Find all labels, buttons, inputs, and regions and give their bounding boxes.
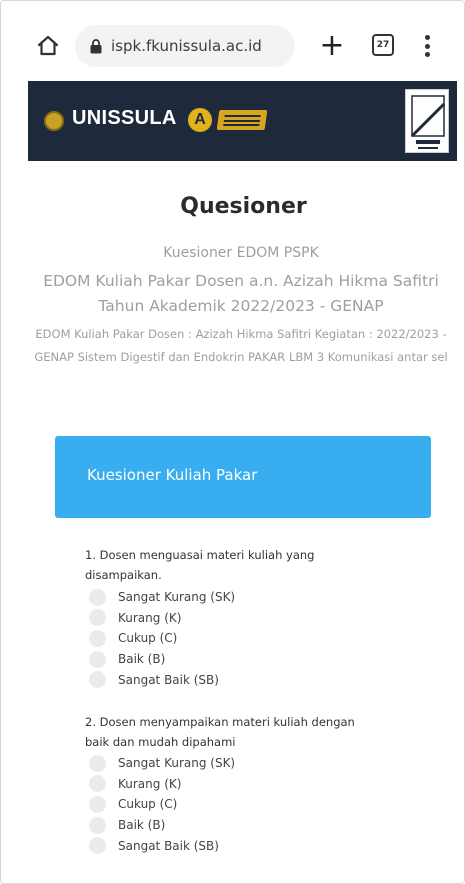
radio-button[interactable] (89, 609, 106, 627)
option-cukup[interactable]: Cukup (C) (89, 794, 235, 815)
questionnaire-subject: EDOM Kuliah Pakar Dosen a.n. Azizah Hikm… (43, 272, 439, 315)
address-bar[interactable]: ispk.fkunissula.ac.id (75, 25, 295, 67)
option-label: Sangat Kurang (SK) (118, 756, 236, 771)
browser-toolbar: ispk.fkunissula.ac.id + 27 (1, 1, 464, 85)
option-label: Sangat Baik (SB) (118, 672, 219, 687)
radio-button[interactable] (89, 650, 106, 668)
question-2-text: 2. Dosen menyampaikan materi kuliah deng… (85, 715, 355, 749)
option-label: Sangat Kurang (SK) (118, 590, 236, 605)
questionnaire-description: EDOM Kuliah Pakar Dosen : Azizah Hikma S… (34, 327, 448, 364)
tab-count: 27 (376, 40, 390, 50)
option-baik[interactable]: Baik (B) (89, 815, 235, 836)
faculty-logo-icon (405, 89, 449, 153)
option-label: Cukup (C) (118, 797, 178, 812)
campaign-logo-icon (216, 110, 268, 130)
radio-button[interactable] (89, 795, 106, 813)
option-sangat-kurang[interactable]: Sangat Kurang (SK) (89, 753, 235, 774)
card-title: Kuesioner Kuliah Pakar (87, 466, 258, 484)
site-header-banner: UNISSULA A (28, 81, 457, 161)
question-1-text: 1. Dosen menguasai materi kuliah yang di… (85, 548, 315, 582)
mobile-browser-frame: ispk.fkunissula.ac.id + 27 UNISSULA A Qu… (0, 0, 465, 884)
option-sangat-kurang[interactable]: Sangat Kurang (SK) (89, 587, 235, 608)
questionnaire-name: Kuesioner EDOM PSPK (163, 245, 319, 261)
radio-button[interactable] (89, 629, 106, 647)
tab-switcher-icon[interactable]: 27 (372, 34, 394, 56)
option-cukup[interactable]: Cukup (C) (89, 628, 235, 649)
university-seal-icon (44, 111, 64, 131)
option-label: Baik (B) (118, 818, 166, 833)
accreditation-badge-icon: A (188, 108, 212, 132)
option-label: Cukup (C) (118, 631, 178, 646)
radio-button[interactable] (89, 837, 106, 855)
option-label: Baik (B) (118, 652, 166, 667)
more-vert-icon[interactable] (419, 31, 435, 61)
plus-icon[interactable]: + (315, 29, 349, 63)
option-kurang[interactable]: Kurang (K) (89, 608, 235, 629)
lock-icon (90, 39, 102, 54)
radio-button[interactable] (89, 671, 106, 689)
questionnaire-card-header: Kuesioner Kuliah Pakar (55, 436, 431, 518)
option-sangat-baik[interactable]: Sangat Baik (SB) (89, 835, 235, 856)
radio-button[interactable] (89, 775, 106, 793)
question-1-options: Sangat Kurang (SK) Kurang (K) Cukup (C) … (89, 587, 235, 690)
url-text: ispk.fkunissula.ac.id (111, 37, 262, 55)
question-2-options: Sangat Kurang (SK) Kurang (K) Cukup (C) … (89, 753, 235, 856)
page-title: Quesioner (180, 194, 307, 219)
brand-logo-text: UNISSULA (72, 107, 177, 129)
accreditation-letter: A (194, 111, 206, 128)
option-label: Kurang (K) (118, 776, 182, 791)
option-label: Kurang (K) (118, 610, 182, 625)
option-baik[interactable]: Baik (B) (89, 649, 235, 670)
radio-button[interactable] (89, 816, 106, 834)
radio-button[interactable] (89, 754, 106, 772)
option-sangat-baik[interactable]: Sangat Baik (SB) (89, 669, 235, 690)
home-icon[interactable] (33, 31, 63, 61)
option-kurang[interactable]: Kurang (K) (89, 774, 235, 795)
option-label: Sangat Baik (SB) (118, 838, 219, 853)
radio-button[interactable] (89, 588, 106, 606)
